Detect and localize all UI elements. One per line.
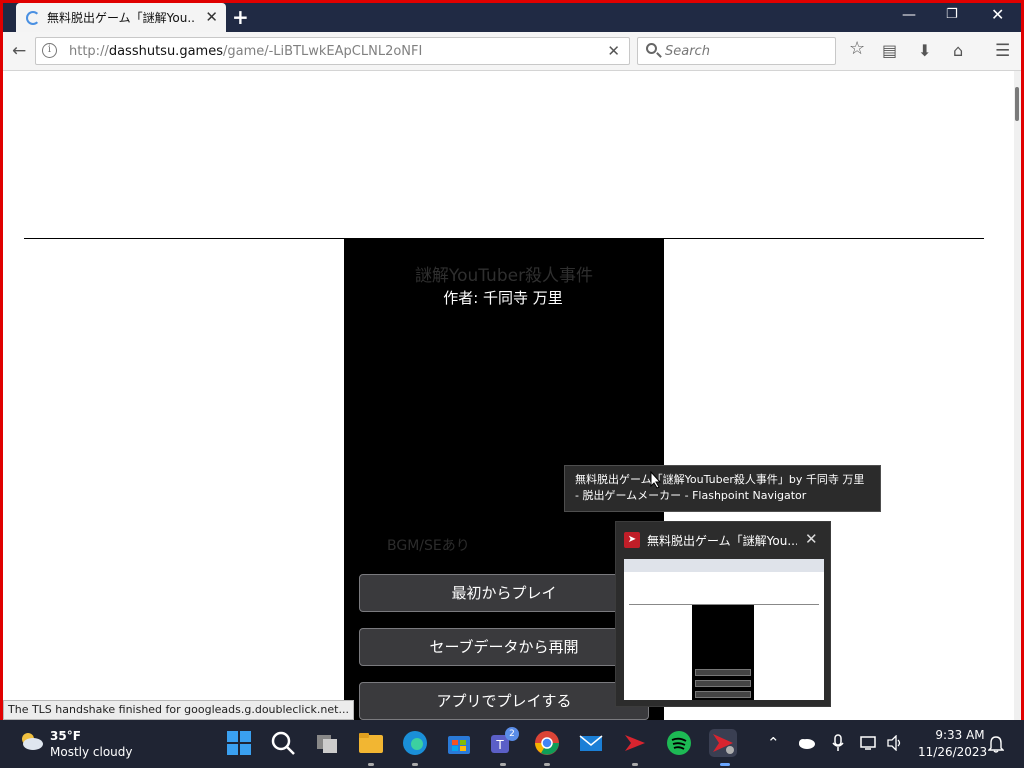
scroll-thumb[interactable] bbox=[1015, 87, 1019, 121]
loading-spinner-icon bbox=[26, 10, 40, 25]
preview-close-icon[interactable]: ✕ bbox=[805, 530, 818, 548]
search-icon bbox=[646, 43, 657, 54]
microsoft-store-icon[interactable] bbox=[445, 729, 473, 757]
preview-game-panel bbox=[692, 605, 754, 700]
bgm-note: BGM/SEあり bbox=[387, 538, 470, 554]
chrome-icon[interactable] bbox=[533, 729, 561, 757]
flashpoint-app-icon: ➤ bbox=[624, 532, 640, 548]
tab-close-icon[interactable]: ✕ bbox=[205, 9, 218, 25]
running-indicator bbox=[500, 763, 506, 766]
running-indicator bbox=[632, 763, 638, 766]
browser-tab[interactable]: 無料脱出ゲーム「謎解You... ✕ bbox=[16, 3, 226, 32]
game-title: 謎解YouTuber殺人事件 bbox=[414, 266, 594, 286]
volume-icon[interactable] bbox=[886, 735, 904, 751]
active-indicator bbox=[720, 763, 730, 766]
preview-button bbox=[695, 691, 751, 698]
cloudy-weather-icon[interactable] bbox=[18, 731, 44, 751]
mouse-cursor-icon bbox=[650, 471, 662, 489]
teams-badge: 2 bbox=[505, 727, 519, 741]
title-bar: 無料脱出ゲーム「謎解You... ✕ + — ❐ ✕ bbox=[3, 3, 1021, 32]
network-icon[interactable] bbox=[860, 735, 878, 751]
file-explorer-icon[interactable] bbox=[357, 729, 385, 757]
back-arrow-icon[interactable]: ← bbox=[12, 42, 26, 60]
resume-save-button[interactable]: セーブデータから再開 bbox=[359, 628, 649, 666]
clock-date[interactable]: 11/26/2023 bbox=[918, 745, 987, 759]
edge-browser-icon[interactable] bbox=[401, 729, 429, 757]
taskbar-tooltip: 無料脱出ゲーム「謎解YouTuber殺人事件」by 千同寺 万里 - 脱出ゲーム… bbox=[564, 465, 881, 512]
reading-list-icon[interactable]: ▤ bbox=[882, 42, 897, 60]
preview-image[interactable] bbox=[624, 559, 824, 700]
search-placeholder: Search bbox=[665, 44, 710, 59]
bookmark-star-icon[interactable]: ☆ bbox=[849, 40, 865, 58]
svg-text:T: T bbox=[495, 738, 504, 752]
mail-icon[interactable] bbox=[577, 729, 605, 757]
site-info-icon[interactable]: i bbox=[42, 43, 57, 58]
search-icon[interactable] bbox=[269, 729, 297, 757]
browser-window: 無料脱出ゲーム「謎解You... ✕ + — ❐ ✕ ← i http://da… bbox=[3, 3, 1021, 720]
status-bar: The TLS handshake finished for googleads… bbox=[3, 700, 354, 720]
clock-time[interactable]: 9:33 AM bbox=[930, 728, 990, 742]
close-window-icon[interactable]: ✕ bbox=[991, 7, 1004, 23]
microphone-icon[interactable] bbox=[832, 734, 844, 752]
preview-button bbox=[695, 669, 751, 676]
stop-load-icon[interactable]: ✕ bbox=[607, 42, 620, 60]
preview-button bbox=[695, 680, 751, 687]
running-indicator bbox=[544, 763, 550, 766]
search-input[interactable]: Search bbox=[637, 37, 836, 65]
taskbar: 35°F Mostly cloudy T 2 ⌃ 9:33 AM 11/26/2… bbox=[0, 720, 1024, 768]
home-icon[interactable]: ⌂ bbox=[953, 42, 963, 60]
play-in-app-button[interactable]: アプリでプレイする bbox=[359, 682, 649, 720]
download-icon[interactable]: ⬇ bbox=[918, 42, 931, 60]
navigation-bar: ← i http://dasshutsu.games/game/-LiBTLwk… bbox=[3, 32, 1021, 71]
spotify-icon[interactable] bbox=[665, 729, 693, 757]
url-bar[interactable]: i http://dasshutsu.games/game/-LiBTLwkEA… bbox=[35, 37, 630, 65]
windows-start-icon[interactable] bbox=[225, 729, 253, 757]
weather-description[interactable]: Mostly cloudy bbox=[50, 745, 133, 759]
web-page: 謎解YouTuber殺人事件 作者: 千同寺 万里 BGM/SEあり 最初からプ… bbox=[3, 71, 1014, 720]
menu-hamburger-icon[interactable]: ☰ bbox=[995, 42, 1010, 60]
preview-toolbar bbox=[624, 559, 824, 572]
running-indicator bbox=[368, 763, 374, 766]
show-hidden-icons-chevron-icon[interactable]: ⌃ bbox=[767, 734, 780, 752]
flashpoint-icon[interactable] bbox=[621, 729, 649, 757]
task-view-icon[interactable] bbox=[313, 729, 341, 757]
notification-bell-icon[interactable] bbox=[988, 735, 1004, 753]
new-tab-plus-icon[interactable]: + bbox=[232, 6, 249, 28]
preview-title: 無料脱出ゲーム「謎解You... bbox=[647, 534, 797, 548]
tab-title: 無料脱出ゲーム「謎解You... bbox=[47, 11, 195, 25]
minimize-icon[interactable]: — bbox=[902, 7, 916, 23]
onedrive-cloud-icon[interactable] bbox=[796, 736, 816, 750]
tooltip-line-2: - 脱出ゲームメーカー - Flashpoint Navigator bbox=[575, 489, 807, 502]
weather-temperature[interactable]: 35°F bbox=[50, 729, 81, 743]
tooltip-line-1: 無料脱出ゲーム「謎解YouTuber殺人事件」by 千同寺 万里 bbox=[575, 473, 865, 486]
restore-icon[interactable]: ❐ bbox=[946, 7, 958, 23]
page-scrollbar[interactable] bbox=[1014, 71, 1021, 720]
play-from-start-button[interactable]: 最初からプレイ bbox=[359, 574, 649, 612]
running-indicator bbox=[412, 763, 418, 766]
url-text[interactable]: http://dasshutsu.games/game/-LiBTLwkEApC… bbox=[69, 44, 422, 59]
game-author: 作者: 千同寺 万里 bbox=[443, 289, 563, 307]
flashpoint-navigator-icon[interactable] bbox=[709, 729, 737, 757]
taskbar-window-preview[interactable]: ➤ 無料脱出ゲーム「謎解You... ✕ bbox=[615, 521, 831, 707]
